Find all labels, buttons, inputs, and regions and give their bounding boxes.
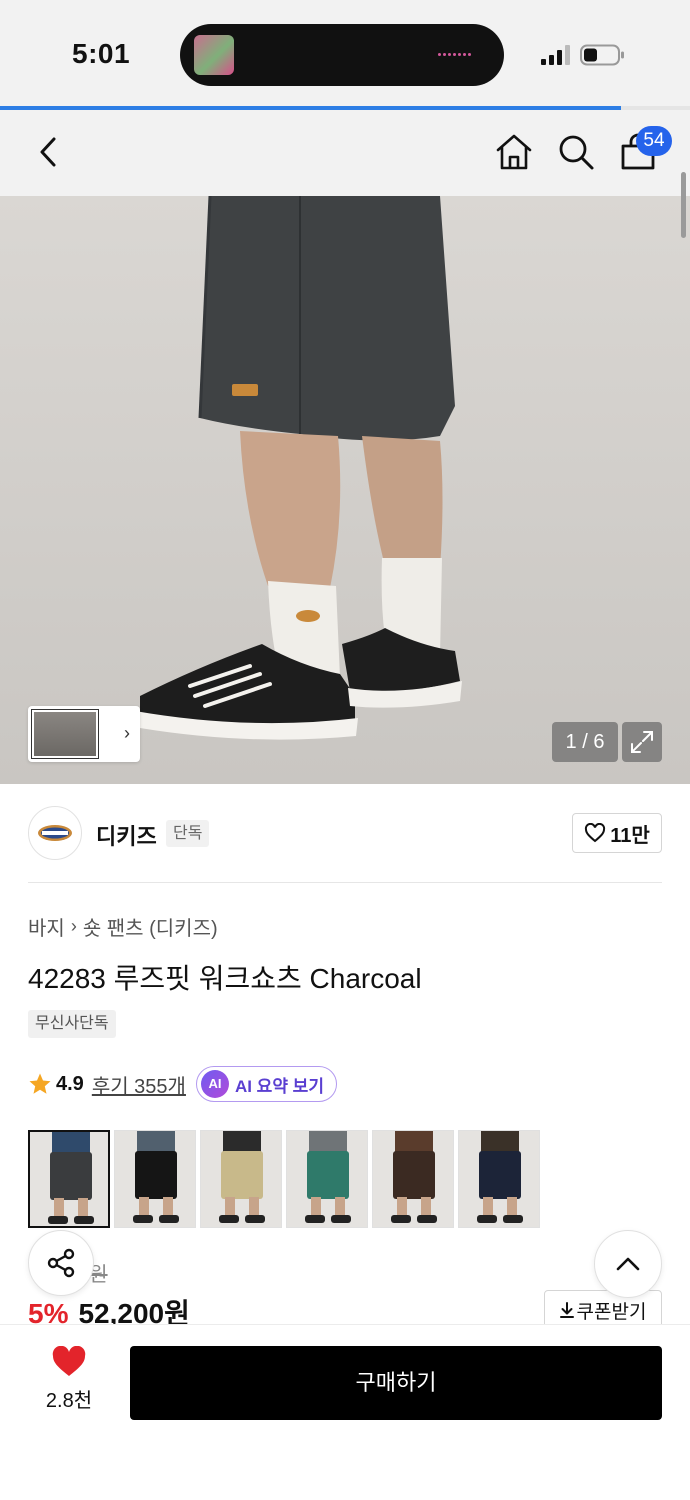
product-main-image[interactable] [0,196,690,784]
audio-activity-icon [438,51,474,57]
gallery-page-counter: 1 / 6 [552,722,618,762]
battery-icon [580,44,624,66]
coupon-label: 쿠폰받기 [576,1301,647,1323]
chevron-up-icon [616,1257,640,1271]
favorite-button[interactable]: 2.8천 [28,1346,110,1418]
search-button[interactable] [550,126,602,178]
rating-row: 4.9 후기 355개 AI AI 요약 보기 [28,1066,337,1102]
brand-like-button[interactable]: 11만 [572,813,662,853]
color-option-green[interactable] [286,1130,368,1228]
cellular-signal-icon [541,45,570,65]
gallery-thumbnail-strip[interactable]: › [28,706,140,762]
breadcrumb-subcategory[interactable]: 숏 팬츠 (디키즈) [83,912,218,941]
ai-summary-button[interactable]: AI AI 요약 보기 [195,1066,337,1102]
brand-name[interactable]: 디키즈 [96,819,157,851]
color-option-brown[interactable] [372,1130,454,1228]
home-icon [496,134,532,170]
back-button[interactable] [22,126,74,178]
color-options [28,1130,540,1228]
cart-count-badge: 54 [636,126,672,156]
heart-outline-icon [585,823,606,843]
chevron-left-icon [40,137,56,167]
product-photo [0,196,690,784]
expand-icon [631,731,653,753]
ai-icon: AI [200,1070,229,1098]
status-bar: 5:01 [0,0,690,106]
buy-button[interactable]: 구매하기 [130,1346,662,1420]
rating-value: 4.9 [56,1072,84,1095]
brand-logo[interactable] [28,806,82,860]
gallery-thumbnail[interactable] [31,709,99,759]
now-playing-thumbnail [194,35,234,75]
search-icon [559,135,594,170]
review-count-link[interactable]: 후기 355개 [92,1070,186,1099]
dynamic-island [180,24,504,86]
share-button[interactable] [28,1230,94,1296]
dickies-logo-icon [38,825,72,841]
breadcrumb: 바지 › 숏 팬츠 (디키즈) [28,912,218,941]
favorite-count: 2.8천 [45,1390,93,1412]
color-option-charcoal[interactable] [28,1130,110,1228]
home-button[interactable] [488,126,540,178]
color-option-navy[interactable] [458,1130,540,1228]
brand-exclusive-tag: 단독 [166,820,210,847]
download-icon [559,1302,574,1318]
share-icon [47,1248,75,1278]
ai-summary-label: AI 요약 보기 [234,1076,324,1096]
scroll-to-top-button[interactable] [594,1230,662,1298]
star-icon [29,1073,51,1094]
breadcrumb-category[interactable]: 바지 [28,912,65,941]
chevron-right-icon: › [124,723,130,743]
color-option-khaki[interactable] [200,1130,282,1228]
section-divider [28,882,662,883]
chevron-right-icon: › [70,916,77,936]
color-option-black[interactable] [114,1130,196,1228]
heart-filled-icon [52,1346,86,1376]
fullscreen-button[interactable] [622,722,662,762]
top-nav [0,110,690,196]
product-title: 42283 루즈핏 워크쇼츠 Charcoal [28,963,422,994]
status-time: 5:01 [72,38,131,69]
page-scrollbar[interactable] [681,172,686,238]
brand-like-count: 11만 [610,824,650,847]
exclusive-tag: 무신사단독 [28,1010,116,1038]
